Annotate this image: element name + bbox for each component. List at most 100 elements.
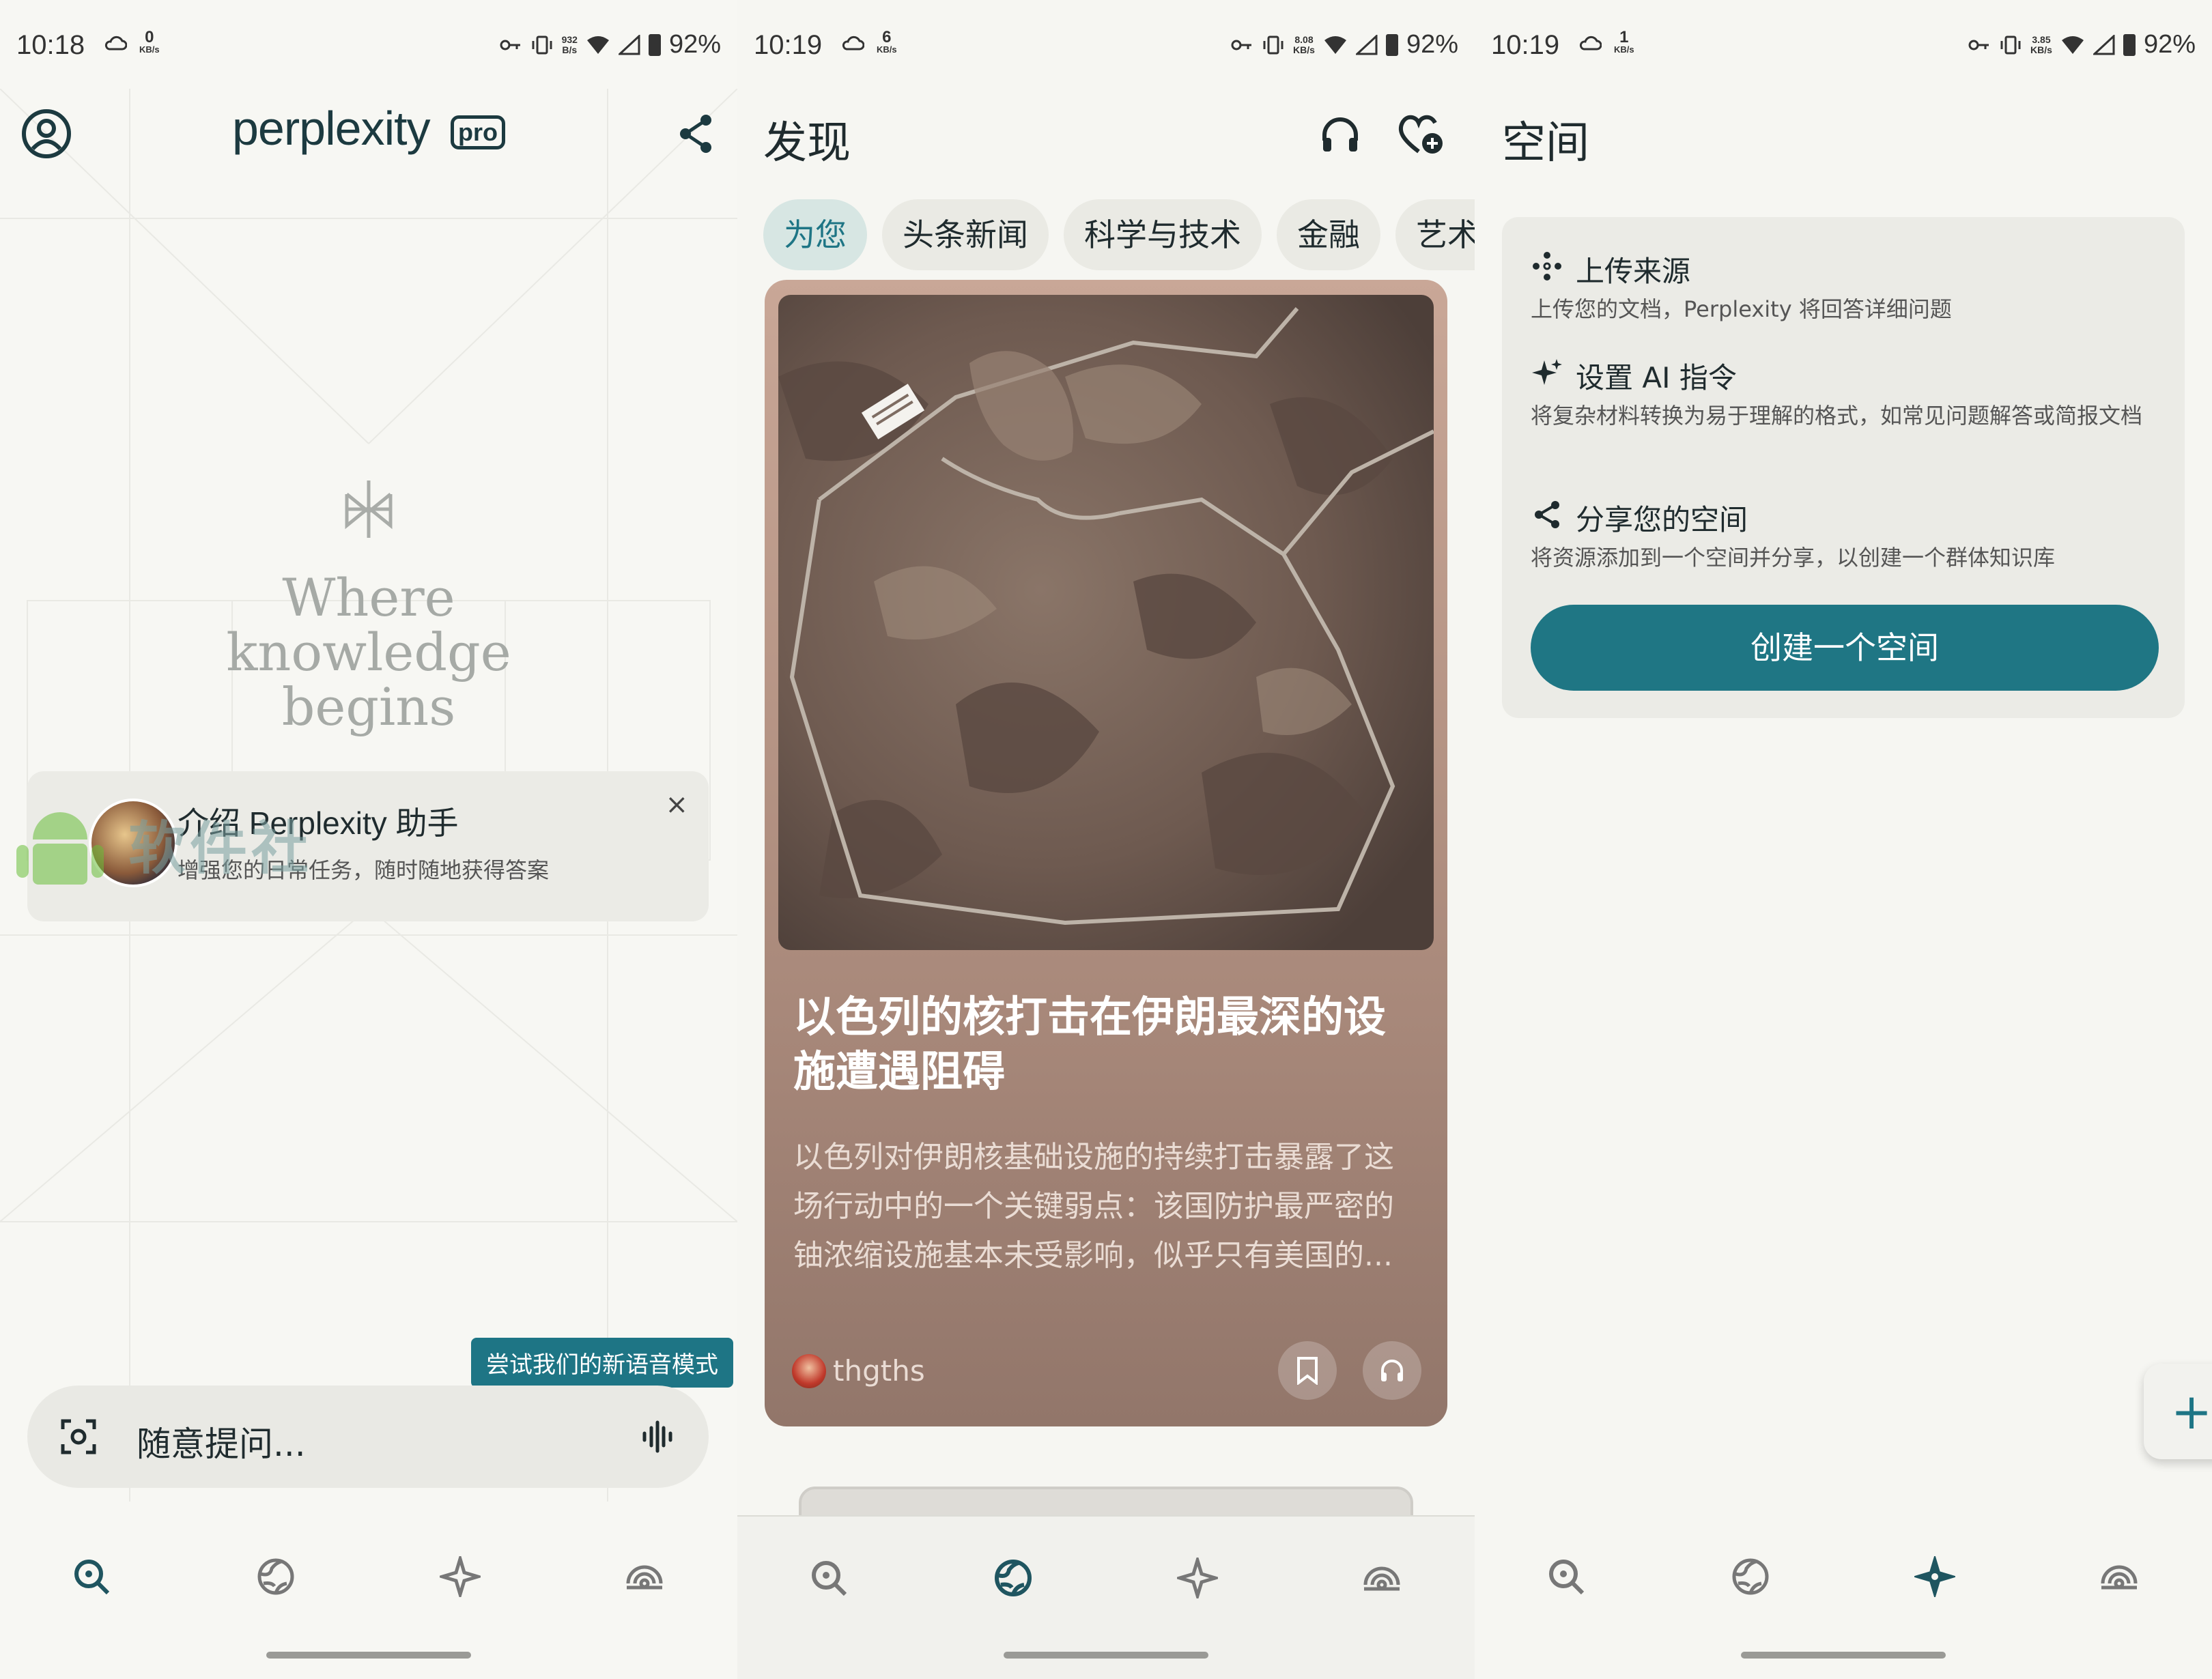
- status-time: 10:19: [754, 30, 823, 60]
- add-space-fab[interactable]: +: [2144, 1364, 2212, 1459]
- home-screen: 10:18 0 KB/s 932 B/s 92% perplexity pro …: [0, 0, 737, 1679]
- status-bar: 10:19 6 KB/s 8.08 KB/s 92%: [737, 0, 1475, 89]
- signal-icon: [618, 34, 640, 55]
- upload-sources-icon: [1533, 252, 1561, 281]
- feature-title-upload: 上传来源: [1576, 255, 1691, 288]
- chip-for-you[interactable]: 为您: [763, 199, 867, 270]
- net-speed: 0 KB/s: [139, 28, 160, 55]
- search-icon: [812, 1561, 847, 1596]
- watermark-logo: 软件社: [12, 785, 333, 901]
- discover-globe-icon: [995, 1560, 1032, 1596]
- create-space-button[interactable]: 创建一个空间: [1531, 605, 2159, 691]
- wifi-icon: [586, 35, 609, 54]
- feature-subtitle-ai: 将复杂材料转换为易于理解的格式，如常见问题解答或简报文档: [1531, 403, 2143, 429]
- signal-icon: [2093, 34, 2115, 55]
- share-icon[interactable]: [676, 112, 717, 156]
- status-right: 3.85 KB/s 92%: [1968, 30, 2196, 59]
- nav-spaces[interactable]: [1908, 1549, 1962, 1604]
- cloud-icon: [104, 35, 127, 51]
- feature-subtitle-upload: 上传您的文档，Perplexity 将回答详细问题: [1531, 296, 1952, 322]
- nav-library[interactable]: [617, 1549, 672, 1604]
- battery-level: 92%: [668, 30, 721, 59]
- nav-library[interactable]: [1355, 1551, 1409, 1605]
- headphones-icon: [1381, 1360, 1403, 1381]
- signal-icon: [1355, 34, 1378, 55]
- nav-spaces[interactable]: [1170, 1551, 1225, 1605]
- key-icon: [500, 40, 520, 50]
- right-speed: 3.85 KB/s: [2030, 33, 2052, 55]
- nav-library[interactable]: [2092, 1549, 2146, 1604]
- nav-spaces[interactable]: [433, 1549, 487, 1604]
- right-speed: 932 B/s: [561, 33, 578, 55]
- nav-discover[interactable]: [249, 1549, 303, 1604]
- library-icon: [626, 1565, 663, 1590]
- nav-search[interactable]: [802, 1551, 856, 1605]
- nav-discover[interactable]: [1723, 1549, 1778, 1604]
- home-indicator: [1741, 1652, 1946, 1659]
- page-title: 发现: [763, 118, 851, 169]
- listen-button[interactable]: [1363, 1341, 1421, 1400]
- feature-title-share: 分享您的空间: [1576, 503, 1748, 536]
- nav-search[interactable]: [1539, 1549, 1593, 1604]
- tagline: Where knowledge begins: [226, 567, 511, 737]
- camera-scan-icon[interactable]: [60, 1418, 97, 1455]
- battery-icon: [648, 33, 661, 56]
- chip-arts[interactable]: 艺术与: [1395, 199, 1475, 270]
- feature-title-ai: 设置 AI 指令: [1576, 361, 1737, 394]
- android-robot-icon: [16, 812, 104, 885]
- article-title: 以色列的核打击在伊朗最深的设施遭遇阻碍: [793, 992, 1387, 1096]
- status-bar: 10:19 1 KB/s 3.85 KB/s 92%: [1475, 0, 2212, 89]
- close-icon[interactable]: ×: [665, 789, 688, 820]
- vibrate-icon: [1263, 35, 1284, 54]
- home-indicator: [266, 1652, 471, 1659]
- bookmark-button[interactable]: [1278, 1341, 1337, 1400]
- discover-screen: 10:19 6 KB/s 8.08 KB/s 92% 发现 为您 头条新闻 科学…: [737, 0, 1475, 1679]
- satellite-image: [778, 295, 1434, 950]
- article-author: thgths: [833, 1354, 925, 1388]
- key-icon: [1231, 40, 1252, 50]
- status-right: 8.08 KB/s 92%: [1230, 30, 1458, 59]
- key-icon: [1968, 40, 1989, 50]
- spaces-intro-card: 上传来源 上传您的文档，Perplexity 将回答详细问题 设置 AI 指令 …: [1502, 217, 2185, 718]
- heart-add-icon[interactable]: [1397, 112, 1445, 157]
- share-icon: [1535, 501, 1559, 528]
- chip-finance[interactable]: 金融: [1277, 199, 1380, 270]
- news-card[interactable]: 以色列的核打击在伊朗最深的设施遭遇阻碍 以色列对伊朗核基础设施的持续打击暴露了这…: [765, 280, 1447, 1426]
- ask-input[interactable]: 随意提问...: [137, 1417, 306, 1466]
- battery-icon: [1385, 33, 1398, 56]
- spaces-sparkle-icon: [440, 1556, 481, 1597]
- ask-bar[interactable]: 随意提问...: [27, 1386, 709, 1488]
- nav-search[interactable]: [64, 1549, 119, 1604]
- three-panel-screenshot: 10:18 0 KB/s 932 B/s 92% perplexity pro …: [0, 0, 2212, 1679]
- vibrate-icon: [532, 35, 552, 54]
- library-icon: [2101, 1565, 2138, 1590]
- feature-subtitle-share: 将资源添加到一个空间并分享，以创建一个群体知识库: [1531, 545, 2056, 571]
- cloud-icon: [1579, 35, 1602, 51]
- discover-globe-icon: [1732, 1558, 1769, 1595]
- perplexity-mark-icon: [345, 480, 393, 538]
- status-time: 10:18: [16, 30, 85, 60]
- wifi-icon: [1324, 35, 1346, 54]
- chip-science-tech[interactable]: 科学与技术: [1064, 199, 1262, 270]
- article-summary: 以色列对伊朗核基础设施的持续打击暴露了这场行动中的一个关键弱点：该国防护最严密的…: [793, 1140, 1394, 1273]
- home-indicator: [1004, 1652, 1208, 1659]
- net-speed: 1 KB/s: [1614, 28, 1634, 55]
- headphones-icon[interactable]: [1319, 113, 1361, 156]
- voice-wave-icon[interactable]: [640, 1420, 675, 1454]
- net-speed: 6 KB/s: [877, 28, 897, 55]
- nav-discover[interactable]: [986, 1551, 1040, 1605]
- voice-mode-tooltip[interactable]: 尝试我们的新语音模式: [471, 1338, 733, 1400]
- ai-sparkle-icon: [1532, 359, 1562, 385]
- status-right: 932 B/s 92%: [499, 30, 721, 59]
- chip-top-news[interactable]: 头条新闻: [882, 199, 1049, 270]
- profile-icon[interactable]: [20, 108, 72, 160]
- satellite-photo: [778, 295, 1434, 950]
- category-chips: 为您 头条新闻 科学与技术 金融 艺术与: [763, 199, 1475, 270]
- battery-level: 92%: [2143, 30, 2196, 59]
- battery-level: 92%: [1406, 30, 1458, 59]
- battery-icon: [2123, 33, 2136, 56]
- pro-badge: pro: [451, 115, 505, 149]
- perplexity-logo: perplexity: [232, 102, 431, 155]
- library-icon: [1363, 1566, 1400, 1591]
- status-bar: 10:18 0 KB/s 932 B/s 92%: [0, 0, 737, 89]
